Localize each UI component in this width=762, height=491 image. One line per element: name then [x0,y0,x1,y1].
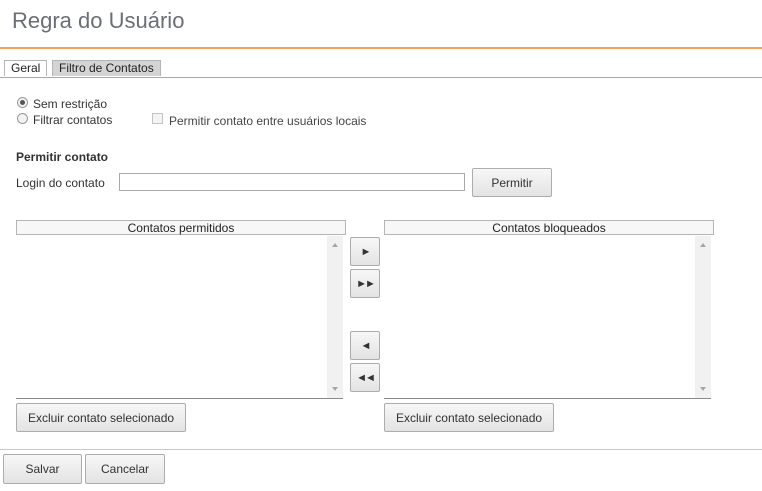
excluir-bloqueado-button[interactable]: Excluir contato selecionado [384,403,554,432]
move-right-icon[interactable]: ► [350,237,380,266]
permitir-contato-heading: Permitir contato [16,150,109,164]
excluir-permitido-button[interactable]: Excluir contato selecionado [16,403,186,432]
footer-divider [0,449,762,450]
move-all-left-icon[interactable]: ◄◄ [350,363,380,392]
contatos-bloqueados-header: Contatos bloqueados [384,220,714,235]
sem-restricao-radio[interactable] [17,97,28,108]
title-divider [0,47,762,49]
contatos-permitidos-header: Contatos permitidos [16,220,346,235]
move-left-icon[interactable]: ◄ [350,331,380,360]
scroll-up-icon[interactable] [332,243,338,247]
permitir-button[interactable]: Permitir [472,168,552,197]
tab-geral[interactable]: Geral [4,60,48,76]
cancelar-button[interactable]: Cancelar [85,454,165,484]
salvar-button[interactable]: Salvar [3,454,82,484]
filtrar-contatos-radio[interactable] [17,113,28,124]
contatos-permitidos-scrollbar[interactable] [327,236,343,398]
login-contato-input[interactable] [119,173,465,191]
contatos-bloqueados-list[interactable] [384,236,711,399]
page-title: Regra do Usuário [12,8,185,33]
tab-filtro-de-contatos[interactable]: Filtro de Contatos [52,60,161,76]
scroll-down-icon[interactable] [700,387,706,391]
permitir-usuarios-locais-checkbox[interactable] [152,113,163,124]
filtrar-contatos-label: Filtrar contatos [33,113,113,127]
move-all-right-icon[interactable]: ►► [350,269,380,298]
login-contato-label: Login do contato [16,176,105,190]
scroll-up-icon[interactable] [700,243,706,247]
scroll-down-icon[interactable] [332,387,338,391]
sem-restricao-label: Sem restrição [33,97,108,111]
contatos-bloqueados-scrollbar[interactable] [695,236,711,398]
contatos-permitidos-list[interactable] [16,236,343,399]
tab-bar-divider [0,77,762,78]
permitir-usuarios-locais-label: Permitir contato entre usuários locais [169,114,367,128]
